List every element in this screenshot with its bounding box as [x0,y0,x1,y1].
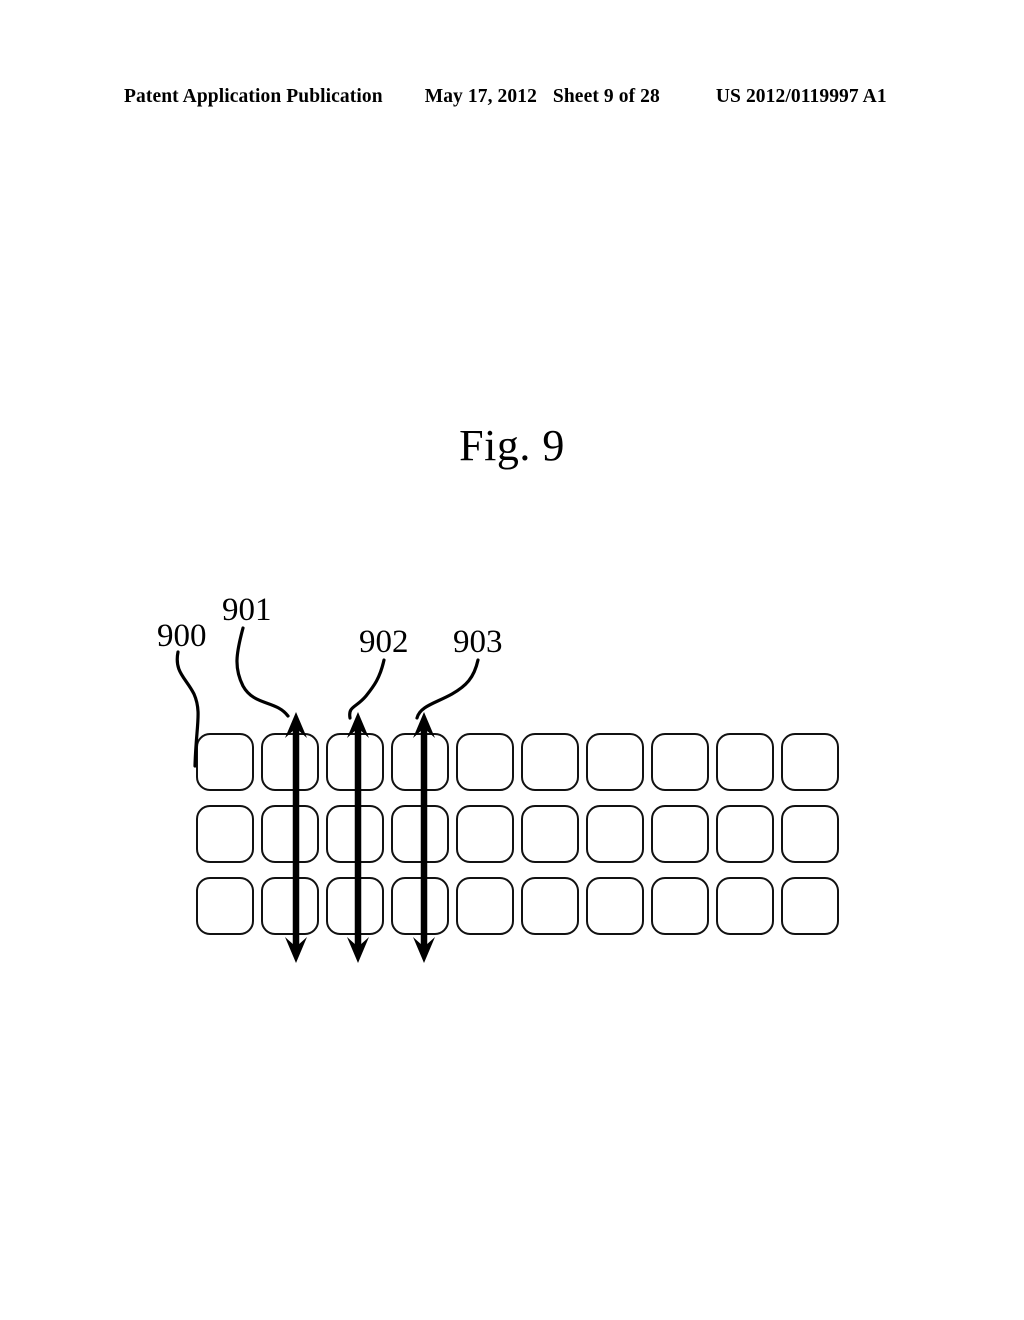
grid-cell[interactable] [456,805,514,863]
grid-cell[interactable] [586,733,644,791]
grid-cell[interactable] [196,805,254,863]
grid-cell[interactable] [391,877,449,935]
grid-cell[interactable] [586,805,644,863]
grid-cell[interactable] [651,733,709,791]
grid-cell[interactable] [521,805,579,863]
reference-numeral-902: 902 [359,624,409,660]
grid-cell[interactable] [261,805,319,863]
grid-cell[interactable] [651,805,709,863]
grid-cell[interactable] [716,733,774,791]
grid-cell[interactable] [196,877,254,935]
grid-cell[interactable] [781,805,839,863]
grid-cell[interactable] [456,877,514,935]
grid-cell[interactable] [391,805,449,863]
grid-cell[interactable] [326,805,384,863]
key-grid [0,0,1024,1320]
grid-cell[interactable] [651,877,709,935]
grid-cell[interactable] [716,805,774,863]
grid-cell[interactable] [391,733,449,791]
grid-cell[interactable] [196,733,254,791]
reference-numeral-901: 901 [222,592,272,628]
grid-cell[interactable] [521,733,579,791]
grid-cell[interactable] [521,877,579,935]
figure-drawing: 900 901 902 903 [0,0,1024,1320]
grid-cell[interactable] [781,733,839,791]
grid-cell[interactable] [456,733,514,791]
reference-numeral-903: 903 [453,624,503,660]
grid-cell[interactable] [586,877,644,935]
grid-cell[interactable] [326,877,384,935]
reference-numeral-900: 900 [157,618,207,654]
grid-cell[interactable] [326,733,384,791]
grid-cell[interactable] [716,877,774,935]
grid-cell[interactable] [781,877,839,935]
grid-cell[interactable] [261,733,319,791]
grid-cell[interactable] [261,877,319,935]
